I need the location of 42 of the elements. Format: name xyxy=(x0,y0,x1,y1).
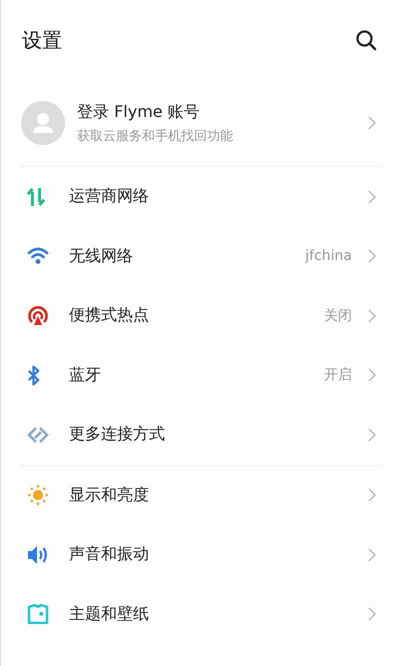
account-subtitle: 获取云服务和手机找回功能 xyxy=(77,128,234,144)
wallpaper-icon xyxy=(27,604,49,624)
item-label: 运营商网络 xyxy=(69,186,150,208)
chevron-icon xyxy=(368,308,376,323)
bluetooth-icon xyxy=(27,364,40,386)
settings-item[interactable]: 声音和振动 xyxy=(1,525,400,584)
chevron-icon xyxy=(368,249,376,264)
page-title: 设置 xyxy=(22,26,62,54)
hotspot-icon xyxy=(27,304,49,327)
settings-item[interactable]: 便携式热点 关闭 xyxy=(1,286,400,346)
chevron-icon xyxy=(368,190,376,204)
item-label: 便携式热点 xyxy=(69,305,150,326)
chevron-icon xyxy=(368,548,376,562)
item-label: 无线网络 xyxy=(69,246,134,267)
settings-item[interactable]: 更多连接方式 xyxy=(1,405,400,464)
avatar-icon xyxy=(21,101,65,145)
item-label: 声音和振动 xyxy=(69,544,150,566)
settings-item[interactable]: 显示和亮度 xyxy=(1,466,400,525)
settings-item[interactable]: 蓝牙 开启 xyxy=(1,346,400,405)
settings-item[interactable]: 运营商网络 xyxy=(1,167,400,226)
item-value: 开启 xyxy=(324,366,352,384)
item-label: 显示和亮度 xyxy=(69,484,150,506)
chevron-icon xyxy=(368,428,376,442)
item-label: 主题和壁纸 xyxy=(69,604,150,625)
chevron-icon xyxy=(368,368,376,382)
settings-item[interactable]: 无线网络 jfchina xyxy=(1,226,400,286)
link-icon xyxy=(27,424,49,445)
account-title: 登录 Flyme 账号 xyxy=(77,102,201,122)
settings-item[interactable]: 主题和壁纸 xyxy=(1,584,400,644)
arrows-icon xyxy=(27,186,45,207)
item-value: jfchina xyxy=(305,248,352,264)
chevron-icon xyxy=(368,116,376,130)
wifi-icon xyxy=(27,247,49,266)
search-icon[interactable] xyxy=(354,28,378,52)
chevron-icon xyxy=(368,607,376,622)
chevron-icon xyxy=(368,488,376,502)
item-label: 更多连接方式 xyxy=(69,424,166,446)
speaker-icon xyxy=(27,544,49,565)
sun-icon xyxy=(27,484,49,506)
account-row[interactable]: 登录 Flyme 账号 获取云服务和手机找回功能 xyxy=(1,80,400,166)
item-value: 关闭 xyxy=(324,306,352,325)
item-label: 蓝牙 xyxy=(69,364,102,386)
